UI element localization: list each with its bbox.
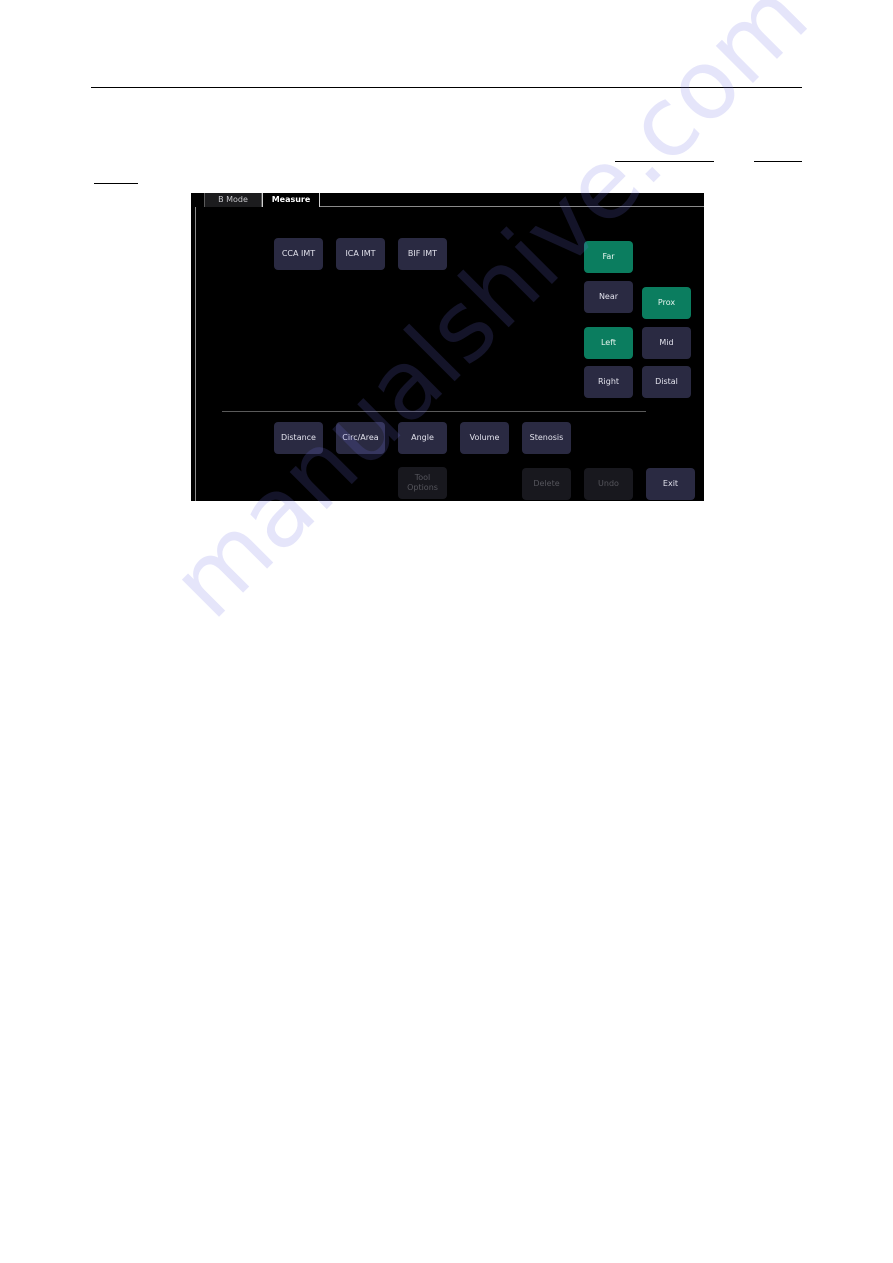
cca-imt-button[interactable]: CCA IMT — [274, 238, 323, 270]
stenosis-tool-button[interactable]: Stenosis — [522, 422, 571, 454]
cross-reference-link-3[interactable] — [94, 171, 138, 184]
section-separator — [222, 411, 646, 412]
exit-button[interactable]: Exit — [646, 468, 695, 500]
measure-screen-screenshot: B Mode Measure CCA IMT ICA IMT BIF IMT F… — [191, 193, 704, 501]
cross-reference-link-2[interactable] — [754, 149, 802, 162]
tab-divider — [320, 206, 704, 207]
header-rule — [91, 87, 802, 88]
volume-tool-button[interactable]: Volume — [460, 422, 509, 454]
ica-imt-button[interactable]: ICA IMT — [336, 238, 385, 270]
right-side-button[interactable]: Right — [584, 366, 633, 398]
bif-imt-button[interactable]: BIF IMT — [398, 238, 447, 270]
distance-tool-button[interactable]: Distance — [274, 422, 323, 454]
tab-b-mode[interactable]: B Mode — [204, 193, 262, 207]
circ-area-tool-button[interactable]: Circ/Area — [336, 422, 385, 454]
tab-measure[interactable]: Measure — [262, 193, 320, 207]
prox-segment-button[interactable]: Prox — [642, 287, 691, 319]
tool-options-button[interactable]: Tool Options — [398, 467, 447, 499]
mid-segment-button[interactable]: Mid — [642, 327, 691, 359]
left-side-button[interactable]: Left — [584, 327, 633, 359]
undo-button[interactable]: Undo — [584, 468, 633, 500]
panel-border — [195, 207, 196, 501]
angle-tool-button[interactable]: Angle — [398, 422, 447, 454]
far-wall-button[interactable]: Far — [584, 241, 633, 273]
cross-reference-link-1[interactable] — [615, 149, 714, 162]
distal-segment-button[interactable]: Distal — [642, 366, 691, 398]
delete-button[interactable]: Delete — [522, 468, 571, 500]
near-wall-button[interactable]: Near — [584, 281, 633, 313]
